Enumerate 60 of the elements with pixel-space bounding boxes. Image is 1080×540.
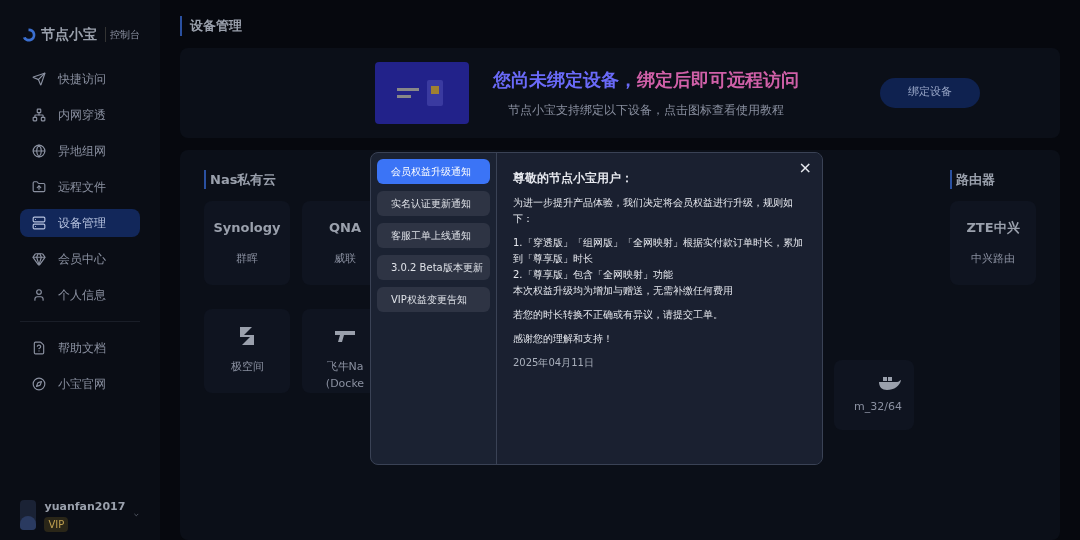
device-label: m_32/64 (854, 398, 902, 415)
notice-text: 为进一步提升产品体验，我们决定将会员权益进行升级，规则如下： (513, 196, 794, 226)
paper-plane-icon (32, 72, 46, 86)
banner-subtitle: 节点小宝支持绑定以下设备，点击图标查看使用教程 (508, 102, 784, 119)
device-label: (Docke (325, 375, 365, 392)
section-title: Nas私有云 (204, 169, 277, 189)
notice-heading: 尊敬的节点小宝用户： (513, 170, 634, 187)
page-title: 设备管理 (190, 17, 242, 35)
logo-subtitle: 控制台 (105, 27, 140, 42)
nav-item[interactable]: 小宝官网 (20, 370, 140, 398)
nav-item[interactable]: 异地组网 (20, 137, 140, 165)
compass-icon (32, 377, 46, 391)
device-card[interactable]: 极空间 (204, 309, 290, 393)
notice-text: 本次权益升级均为增加与赠送，无需补缴任何费用 (513, 284, 734, 298)
help-document-icon (32, 341, 46, 355)
logo-icon (237, 325, 257, 347)
brand-logo: ZTE中兴 (966, 219, 1020, 238)
vip-badge: VIP (44, 517, 69, 532)
notice-tab[interactable]: 客服工单上线通知 (377, 223, 490, 248)
globe-icon (32, 144, 46, 158)
device-card[interactable]: ZTE中兴 中兴路由 (950, 201, 1036, 285)
notice-tab[interactable]: 3.0.2 Beta版本更新 (377, 255, 490, 280)
logo-icon (20, 25, 37, 44)
notice-tab[interactable]: VIP权益变更告知 (377, 287, 490, 312)
nav-item[interactable]: 远程文件 (20, 173, 140, 201)
close-button[interactable]: × (798, 156, 812, 180)
nav-item[interactable]: 帮助文档 (20, 334, 140, 362)
notice-text: 若您的时长转换不正确或有异议，请提交工单。 (513, 308, 724, 322)
notice-text: 2.「尊享版」包含「全网映射」功能 (513, 268, 674, 282)
brand-logo: QNA (329, 219, 361, 238)
nav-item[interactable]: 会员中心 (20, 245, 140, 273)
device-label: 中兴路由 (971, 251, 1015, 267)
diamond-icon (32, 252, 46, 266)
device-label: 群晖 (236, 251, 258, 267)
notice-text: 1.「穿透版」「组网版」「全网映射」根据实付款订单时长，累加到「尊享版」时长 (513, 236, 804, 266)
nav-item[interactable]: 快捷访问 (20, 65, 140, 93)
notice-date: 2025年04月11日 (513, 356, 595, 370)
section-title: 路由器 (950, 169, 995, 189)
avatar[interactable] (20, 500, 37, 531)
brand-logo: Synology (213, 219, 281, 238)
server-icon (32, 216, 46, 230)
device-label: 威联 (334, 251, 356, 267)
user-icon (32, 288, 46, 302)
whale-icon (878, 374, 902, 391)
notice-tab[interactable]: 会员权益升级通知 (377, 159, 490, 184)
network-icon (32, 108, 46, 122)
banner-title: 您尚未绑定设备，绑定后即可远程访问 (493, 68, 799, 92)
device-card[interactable]: m_32/64 (834, 360, 914, 430)
logo-text: 节点小宝 (41, 25, 97, 44)
bind-device-button[interactable]: 绑定设备 (880, 77, 980, 108)
notice-tab[interactable]: 实名认证更新通知 (377, 191, 490, 216)
folder-upload-icon (32, 180, 46, 194)
device-card[interactable]: Synology 群晖 (204, 201, 290, 285)
notice-text: 感谢您的理解和支持！ (513, 332, 614, 346)
device-label: 飞牛Na (326, 359, 364, 375)
device-label: 极空间 (230, 359, 264, 375)
nav-item[interactable]: 个人信息 (20, 281, 140, 309)
nav-item[interactable]: 内网穿透 (20, 101, 140, 129)
nav-item[interactable]: 设备管理 (20, 209, 140, 237)
username: yuanfan2017 (44, 498, 126, 515)
